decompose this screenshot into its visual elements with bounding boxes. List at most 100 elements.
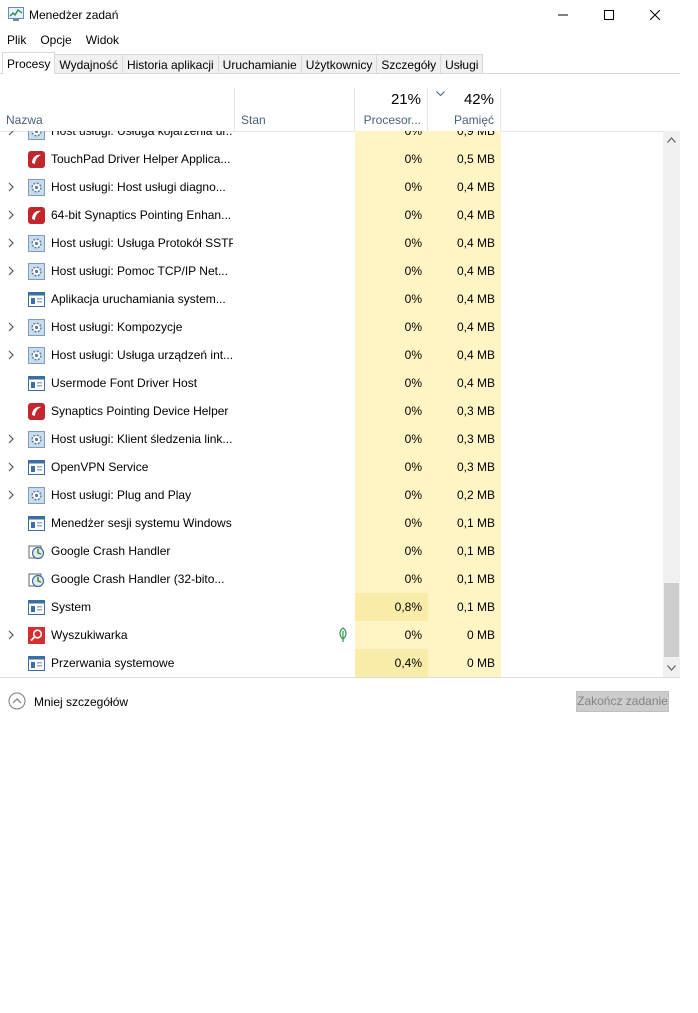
table-row[interactable]: Google Crash Handler 0% 0,1 MB (0, 537, 663, 565)
expand-chevron-icon[interactable] (8, 266, 14, 276)
table-row[interactable]: Menedżer sesji systemu Windows 0% 0,1 MB (0, 509, 663, 537)
table-row[interactable]: Host usługi: Pomoc TCP/IP Net... 0% 0,4 MB (0, 257, 663, 285)
maximize-icon (604, 10, 614, 20)
table-row[interactable]: Host usługi: Host usługi diagno... 0% 0,4 … (0, 173, 663, 201)
process-memory: 0,3 MB (428, 453, 501, 481)
process-name: TouchPad Driver Helper Applica... (51, 152, 231, 166)
vertical-scrollbar[interactable] (663, 131, 680, 677)
process-memory: 0,4 MB (428, 285, 501, 313)
process-cpu: 0% (355, 285, 428, 313)
table-row[interactable]: System 0,8% 0,1 MB (0, 593, 663, 621)
table-row[interactable]: Host usługi: Kompozycje 0% 0,4 MB (0, 313, 663, 341)
expand-chevron-icon[interactable] (8, 490, 14, 500)
less-details-link[interactable]: Mniej szczegółów (34, 695, 128, 709)
table-row[interactable]: Google Crash Handler (32-bito... 0% 0,1 MB (0, 565, 663, 593)
process-memory: 0,4 MB (428, 313, 501, 341)
expand-chevron-icon[interactable] (8, 350, 14, 360)
gear-icon (28, 131, 45, 140)
process-cpu: 0% (355, 229, 428, 257)
table-row[interactable]: Wyszukiwarka 0% 0 MB (0, 621, 663, 649)
table-row[interactable]: Host usługi: Usługa kojarzenia ur... 0% … (0, 131, 663, 145)
menu-opcje[interactable]: Opcje (33, 30, 78, 50)
table-row[interactable]: Host usługi: Plug and Play 0% 0,2 MB (0, 481, 663, 509)
tab-divider (0, 73, 680, 74)
expand-chevron-icon[interactable] (8, 434, 14, 444)
process-cpu: 0% (355, 621, 428, 649)
process-cpu: 0% (355, 481, 428, 509)
search-app-icon (28, 627, 45, 644)
table-row[interactable]: Synaptics Pointing Device Helper 0% 0,3 MB (0, 397, 663, 425)
process-memory: 0,4 MB (428, 369, 501, 397)
column-name-label: Nazwa (6, 113, 43, 127)
menu-widok[interactable]: Widok (79, 30, 126, 50)
tab-users[interactable]: Użytkownicy (300, 54, 378, 73)
expand-chevron-icon[interactable] (8, 238, 14, 248)
menu-plik[interactable]: Plik (0, 30, 33, 50)
process-name: Google Crash Handler (32-bito... (51, 572, 225, 586)
synaptics-icon (28, 207, 45, 224)
window-icon (28, 515, 45, 532)
gear-icon (28, 235, 45, 252)
scroll-up-icon[interactable] (667, 137, 676, 143)
chevron-up-circle-icon[interactable] (8, 692, 26, 710)
expand-chevron-icon[interactable] (8, 322, 14, 332)
scrollbar-thumb[interactable] (664, 583, 679, 657)
table-row[interactable]: Przerwania systemowe 0,4% 0 MB (0, 649, 663, 677)
process-name: Usermode Font Driver Host (51, 376, 198, 390)
process-cpu: 0% (355, 173, 428, 201)
tab-services[interactable]: Usługi (440, 54, 484, 73)
process-memory: 0,3 MB (428, 397, 501, 425)
gear-icon (28, 431, 45, 448)
process-name: Host usługi: Kompozycje (51, 320, 183, 334)
process-name: Host usługi: Usługa Protokół SSTP (51, 236, 233, 250)
gear-icon (28, 179, 45, 196)
tab-details[interactable]: Szczegóły (376, 54, 442, 73)
table-row[interactable]: 64-bit Synaptics Pointing Enhan... 0% 0,4 … (0, 201, 663, 229)
table-row[interactable]: Aplikacja uruchamiania system... 0% 0,4 MB (0, 285, 663, 313)
menu-bar: Plik Opcje Widok (0, 30, 126, 50)
process-cpu: 0% (355, 257, 428, 285)
process-cpu: 0% (355, 313, 428, 341)
process-memory: 0,4 MB (428, 229, 501, 257)
minimize-button[interactable] (540, 0, 586, 30)
window-icon (28, 655, 45, 672)
process-name: Google Crash Handler (51, 544, 171, 558)
process-cpu: 0% (355, 369, 428, 397)
process-cpu: 0% (355, 131, 428, 145)
gear-icon (28, 347, 45, 364)
process-name: Host usługi: Pomoc TCP/IP Net... (51, 264, 228, 278)
process-memory: 0,2 MB (428, 481, 501, 509)
process-name: Host usługi: Usługa kojarzenia ur... (51, 131, 233, 138)
table-row[interactable]: Host usługi: Klient śledzenia link... 0% 0… (0, 425, 663, 453)
table-row[interactable]: Host usługi: Usługa Protokół SSTP 0% 0,4 M… (0, 229, 663, 257)
process-cpu: 0,8% (355, 593, 428, 621)
expand-chevron-icon[interactable] (8, 462, 14, 472)
expand-chevron-icon[interactable] (8, 630, 14, 640)
process-name: Wyszukiwarka (51, 628, 128, 642)
cpu-total-percent: 21% (390, 91, 421, 108)
table-row[interactable]: Usermode Font Driver Host 0% 0,4 MB (0, 369, 663, 397)
process-cpu: 0% (355, 537, 428, 565)
process-name: Host usługi: Usługa urządzeń int... (51, 348, 233, 362)
process-memory: 0,5 MB (428, 145, 501, 173)
tab-app-history[interactable]: Historia aplikacji (121, 54, 219, 73)
end-task-button[interactable]: Zakończ zadanie (576, 691, 669, 712)
maximize-button[interactable] (586, 0, 632, 30)
column-name[interactable]: Nazwa (0, 88, 235, 131)
process-cpu: 0% (355, 565, 428, 593)
column-status[interactable]: Stan (235, 88, 355, 131)
table-row[interactable]: Host usługi: Usługa urządzeń int... 0% 0,4… (0, 341, 663, 369)
scroll-down-icon[interactable] (667, 665, 676, 671)
column-cpu[interactable]: 21% Procesor... (355, 88, 428, 131)
table-row[interactable]: TouchPad Driver Helper Applica... 0% 0,5 M… (0, 145, 663, 173)
table-row[interactable]: OpenVPN Service 0% 0,3 MB (0, 453, 663, 481)
tab-startup[interactable]: Uruchamianie (217, 54, 302, 73)
column-memory[interactable]: 42% Pamięć (428, 88, 501, 131)
tab-performance[interactable]: Wydajność (54, 54, 123, 73)
expand-chevron-icon[interactable] (8, 131, 14, 136)
process-name: Aplikacja uruchamiania system... (51, 292, 226, 306)
tab-processes[interactable]: Procesy (2, 52, 56, 74)
expand-chevron-icon[interactable] (8, 182, 14, 192)
expand-chevron-icon[interactable] (8, 210, 14, 220)
close-button[interactable] (632, 0, 678, 30)
